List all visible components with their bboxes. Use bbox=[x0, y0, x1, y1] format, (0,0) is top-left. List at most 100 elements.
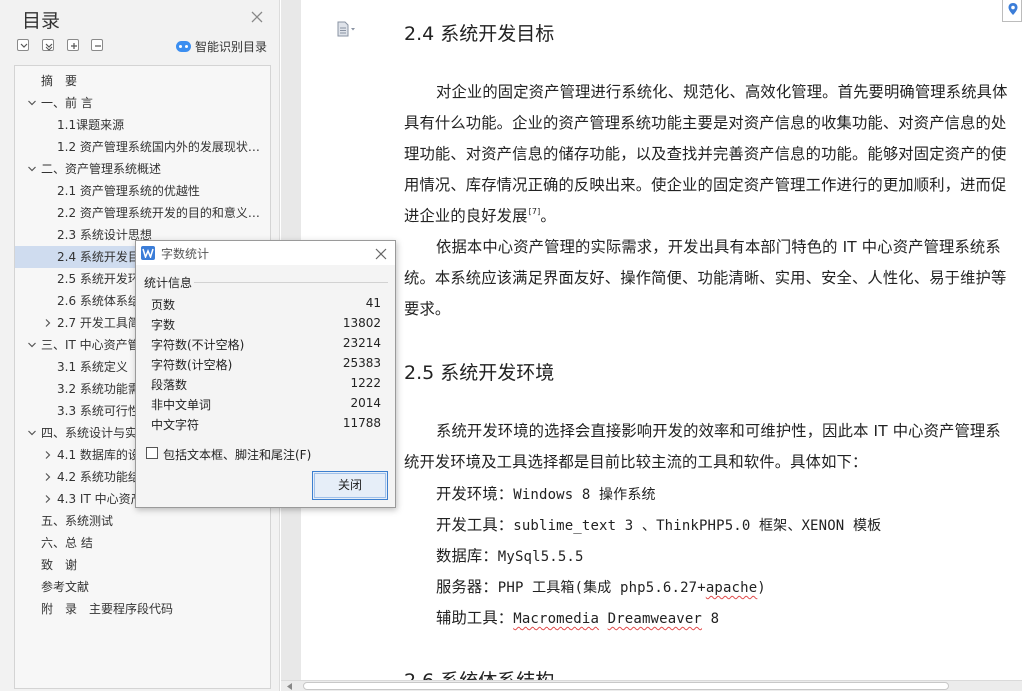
section-heading-2-4: 2.4 系统开发目标 bbox=[404, 23, 555, 45]
paragraph-line: 进企业的良好发展[7]。 bbox=[404, 204, 556, 226]
expand-all-icon[interactable] bbox=[42, 39, 54, 51]
add-heading-icon[interactable] bbox=[67, 39, 79, 51]
include-textbox-checkbox[interactable] bbox=[146, 447, 158, 459]
stat-label: 中文字符 bbox=[151, 418, 200, 432]
db-line: 数据库：MySql5.5.5 bbox=[436, 544, 584, 566]
toc-item-label: 2.2 资产管理系统开发的目的和意义… bbox=[57, 206, 260, 220]
toc-item[interactable]: 摘 要 bbox=[15, 70, 270, 92]
toc-item-label: 摘 要 bbox=[41, 74, 78, 88]
include-textbox-label[interactable]: 包括文本框、脚注和尾注(F) bbox=[163, 446, 311, 463]
toc-item[interactable]: 附 录 主要程序段代码 bbox=[15, 598, 270, 620]
toc-item-label: 2.1 资产管理系统的优越性 bbox=[57, 184, 200, 198]
dialog-titlebar[interactable]: 字数统计 bbox=[136, 241, 395, 265]
toc-item[interactable]: 五、系统测试 bbox=[15, 510, 270, 532]
toc-item-label: 四、系统设计与实现 bbox=[41, 426, 150, 440]
toc-item-label: 参考文献 bbox=[41, 580, 90, 594]
stat-value: 23214 bbox=[342, 336, 381, 350]
toc-item-label: 1.2 资产管理系统国内外的发展现状… bbox=[57, 140, 260, 154]
stat-row: 中文字符 11788 bbox=[151, 414, 381, 434]
chevron-down-icon[interactable] bbox=[26, 92, 38, 114]
paragraph-line: 对企业的固定资产管理进行系统化、规范化、高效化管理。首先要明确管理系统具体 bbox=[436, 83, 1008, 101]
toc-item[interactable]: 参考文献 bbox=[15, 576, 270, 598]
stat-row: 非中文单词 2014 bbox=[151, 394, 381, 414]
toc-item[interactable]: 1.1课题来源 bbox=[15, 114, 270, 136]
stat-label: 非中文单词 bbox=[151, 398, 212, 412]
paragraph-text: 。 bbox=[540, 207, 556, 225]
toc-item[interactable]: 1.2 资产管理系统国内外的发展现状… bbox=[15, 136, 270, 158]
toc-item[interactable]: 2.2 资产管理系统开发的目的和意义… bbox=[15, 202, 270, 224]
smart-toc-button[interactable]: 智能识别目录 bbox=[176, 38, 267, 54]
toc-item-label: 致 谢 bbox=[41, 558, 78, 572]
toc-item-label: 六、总 结 bbox=[41, 536, 93, 550]
chevron-right-icon[interactable] bbox=[42, 444, 54, 466]
close-icon[interactable] bbox=[374, 246, 388, 260]
wps-writer-icon bbox=[141, 246, 155, 260]
paragraph-line: 统。本系统应该满足界面友好、操作简便、功能清晰、实用、安全、人性化、易于维护等 bbox=[404, 269, 1007, 287]
chevron-right-icon[interactable] bbox=[42, 312, 54, 334]
close-button[interactable]: 关闭 bbox=[312, 471, 388, 500]
chevron-right-icon[interactable] bbox=[42, 488, 54, 510]
server-line: 服务器：PHP 工具箱(集成 php5.6.27+apache) bbox=[436, 575, 766, 597]
paragraph-line: 要求。 bbox=[404, 300, 451, 318]
stat-value: 25383 bbox=[342, 356, 381, 370]
stat-value: 41 bbox=[365, 296, 381, 310]
sidebar-title: 目录 bbox=[22, 10, 61, 32]
toc-item[interactable]: 六、总 结 bbox=[15, 532, 270, 554]
stat-row: 字符数(不计空格) 23214 bbox=[151, 334, 381, 354]
server-value: ) bbox=[757, 580, 766, 596]
section-heading-2-5: 2.5 系统开发环境 bbox=[404, 362, 555, 384]
spellcheck-word[interactable]: Macromedia bbox=[513, 611, 599, 627]
aux-value: 8 bbox=[702, 611, 720, 627]
env-value: Windows 8 操作系统 bbox=[513, 487, 656, 503]
chevron-down-icon[interactable] bbox=[26, 334, 38, 356]
aux-line: 辅助工具：Macromedia Dreamweaver 8 bbox=[436, 606, 719, 628]
horizontal-scrollbar[interactable] bbox=[281, 680, 1022, 691]
toc-item[interactable]: 二、资产管理系统概述 bbox=[15, 158, 270, 180]
toc-item-label: 附 录 主要程序段代码 bbox=[41, 602, 174, 616]
chevron-down-icon[interactable] bbox=[26, 158, 38, 180]
stat-label: 页数 bbox=[151, 298, 176, 312]
citation-ref[interactable]: [7] bbox=[529, 207, 541, 216]
location-pin-icon[interactable] bbox=[1002, 0, 1022, 22]
stat-row: 字数 13802 bbox=[151, 314, 381, 334]
close-icon[interactable] bbox=[250, 9, 264, 23]
server-label: 服务器： bbox=[436, 578, 498, 596]
document-icon[interactable] bbox=[337, 21, 355, 37]
word-count-dialog: 字数统计 统计信息 页数 41 字数 13802 字符数(不计空格) 23214 字符数(计… bbox=[135, 240, 396, 508]
server-value: PHP 工具箱(集成 php5.6.27+ bbox=[497, 580, 706, 596]
aux-value bbox=[599, 611, 608, 627]
toc-item-label: 五、系统测试 bbox=[41, 514, 114, 528]
paragraph-line: 系统开发环境的选择会直接影响开发的效率和可维护性，因此本 IT 中心资产管理系 bbox=[436, 422, 1001, 440]
scrollbar-thumb[interactable] bbox=[303, 682, 949, 690]
tools-label: 开发工具： bbox=[436, 516, 514, 534]
toc-item-label: 1.1课题来源 bbox=[57, 118, 125, 132]
tools-line: 开发工具：sublime_text 3 、ThinkPHP5.0 框架、XENO… bbox=[436, 513, 881, 535]
db-value: MySql5.5.5 bbox=[497, 549, 584, 565]
paragraph-line: 依据本中心资产管理的实际需求，开发出具有本部门特色的 IT 中心资产管理系统系 bbox=[436, 238, 1001, 256]
chevron-down-icon[interactable] bbox=[26, 422, 38, 444]
stat-row: 段落数 1222 bbox=[151, 374, 381, 394]
toc-item-label: 一、前 言 bbox=[41, 96, 93, 110]
paragraph-line: 统开发环境及工具选择都是目前比较主流的工具和软件。具体如下： bbox=[404, 453, 868, 471]
stats-section-label: 统计信息 bbox=[144, 276, 193, 290]
spellcheck-word[interactable]: apache bbox=[706, 580, 757, 596]
remove-heading-icon[interactable] bbox=[91, 39, 103, 51]
toc-item-label: 二、资产管理系统概述 bbox=[41, 162, 162, 176]
stat-row: 字符数(计空格) 25383 bbox=[151, 354, 381, 374]
stat-value: 2014 bbox=[350, 396, 381, 410]
collapse-all-icon[interactable] bbox=[17, 39, 29, 51]
scroll-left-icon[interactable] bbox=[287, 683, 293, 690]
toc-item[interactable]: 一、前 言 bbox=[15, 92, 270, 114]
env-label: 开发环境： bbox=[436, 485, 514, 503]
chevron-right-icon[interactable] bbox=[42, 466, 54, 488]
dialog-title: 字数统计 bbox=[161, 247, 210, 261]
stat-label: 字符数(不计空格) bbox=[151, 338, 245, 352]
paragraph-line: 用情况、库存情况正确的反映出来。使企业的固定资产管理工作进行的更加顺利，进而促 bbox=[404, 176, 1007, 194]
toc-item[interactable]: 2.1 资产管理系统的优越性 bbox=[15, 180, 270, 202]
ai-icon bbox=[176, 40, 191, 52]
spellcheck-word[interactable]: Dreamweaver bbox=[608, 611, 702, 627]
stat-label: 字符数(计空格) bbox=[151, 358, 233, 372]
divider bbox=[194, 282, 388, 283]
toc-item[interactable]: 致 谢 bbox=[15, 554, 270, 576]
stat-value: 1222 bbox=[350, 376, 381, 390]
